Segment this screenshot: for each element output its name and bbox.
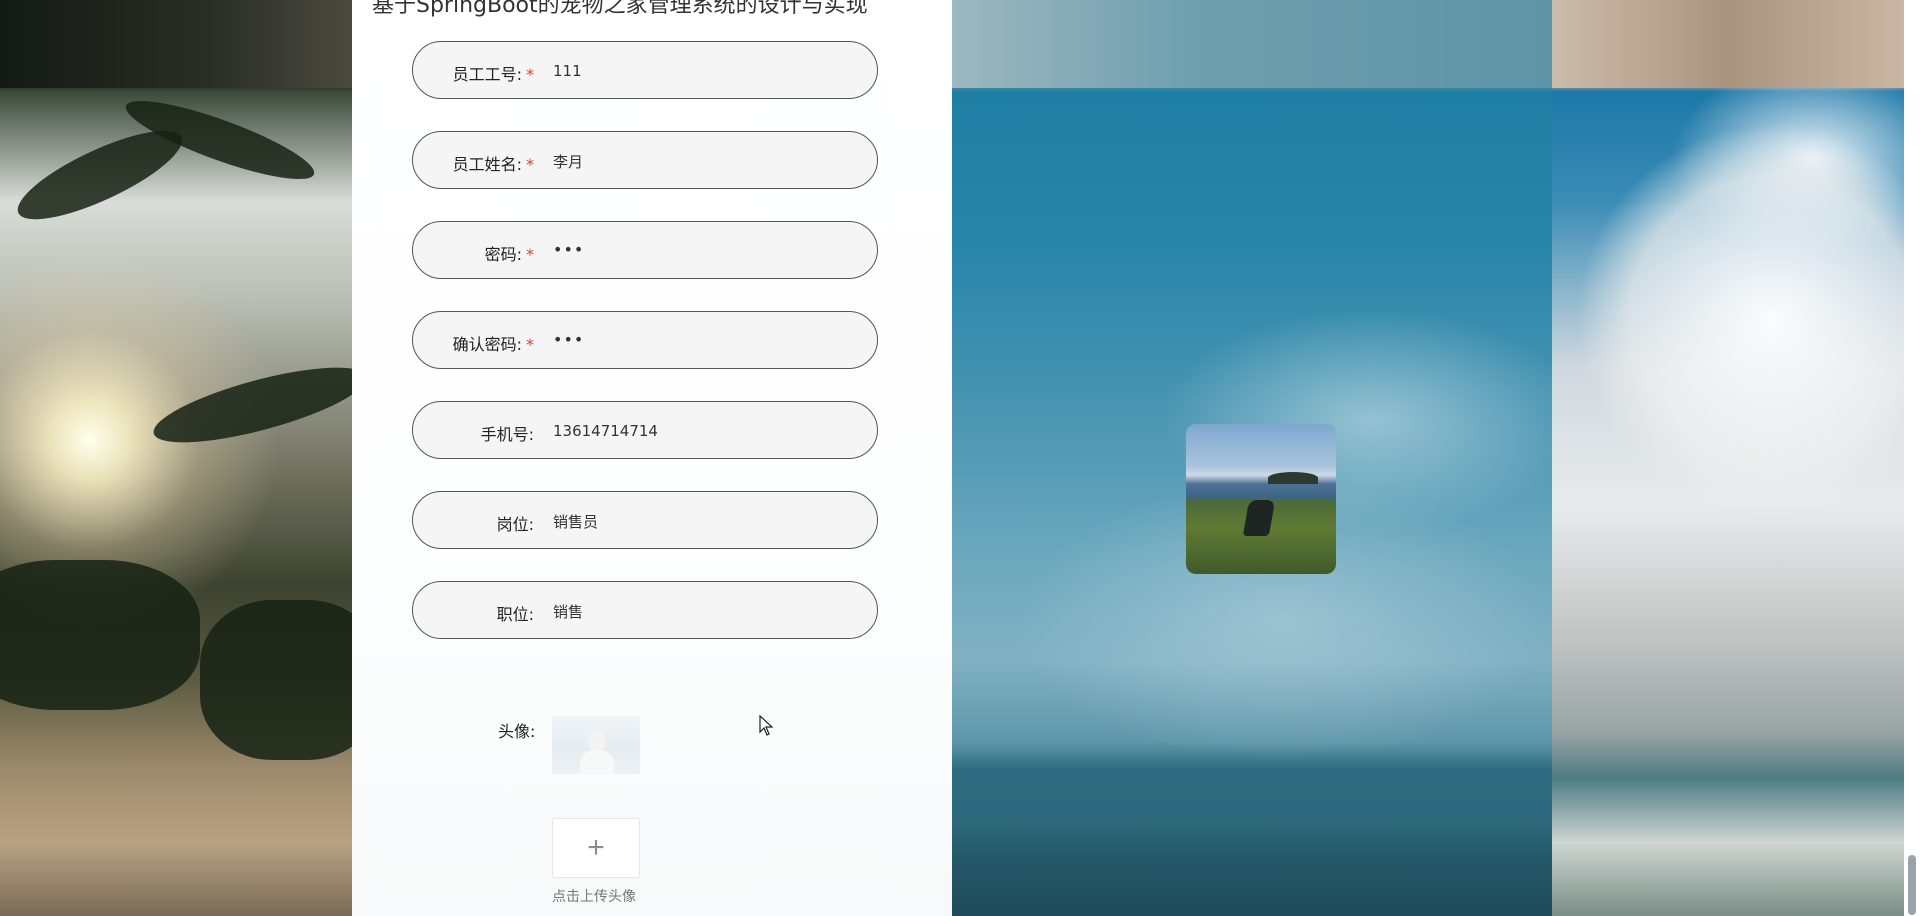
photo-hill [1268, 472, 1318, 484]
field-position[interactable]: 职位: [412, 581, 878, 639]
employee-name-input[interactable] [553, 152, 853, 170]
photo-person [1242, 500, 1276, 536]
page-title: 基于SpringBoot的宠物之家管理系统的设计与实现 [372, 0, 868, 18]
field-label: 职位: [496, 605, 534, 624]
background-palm-beach-panel [0, 0, 380, 916]
avatar-upload-button[interactable]: + [552, 818, 640, 878]
background-strip [0, 0, 352, 88]
upload-hint: 点击上传头像 [552, 889, 636, 905]
palm-frond [147, 352, 373, 458]
page-scrollbar[interactable] [1904, 0, 1920, 916]
confirm-password-input[interactable]: ••• [553, 330, 853, 349]
plus-icon: + [587, 831, 605, 864]
scrollbar-thumb[interactable] [1908, 855, 1916, 915]
post-input[interactable] [553, 512, 853, 530]
field-post[interactable]: 岗位: [412, 491, 878, 549]
avatar-preview[interactable] [552, 716, 640, 774]
field-confirm-password[interactable]: 确认密码: * ••• [412, 311, 878, 369]
field-phone[interactable]: 手机号: [412, 401, 878, 459]
shrub [0, 560, 200, 710]
background-strip [952, 0, 1552, 88]
required-mark: * [526, 335, 534, 354]
field-label: 员工工号: * [452, 65, 534, 84]
field-employee-name[interactable]: 员工姓名: * [412, 131, 878, 189]
employee-id-input[interactable] [553, 62, 853, 80]
mouse-cursor-icon [759, 715, 773, 736]
field-label: 手机号: [480, 425, 534, 444]
field-label: 员工姓名: * [452, 155, 534, 174]
field-label: 确认密码: * [452, 335, 534, 354]
required-mark: * [526, 65, 534, 84]
avatar-label: 头像: [498, 722, 536, 741]
required-mark: * [526, 245, 534, 264]
field-employee-id[interactable]: 员工工号: * [412, 41, 878, 99]
required-mark: * [526, 155, 534, 174]
background-clouds-panel [1552, 0, 1904, 916]
phone-input[interactable] [553, 422, 853, 440]
field-password[interactable]: 密码: * ••• [412, 221, 878, 279]
background-sea [952, 820, 1552, 916]
field-label: 密码: * [484, 245, 534, 264]
avatar-face [588, 730, 606, 752]
password-input[interactable]: ••• [553, 240, 853, 259]
field-label: 岗位: [496, 515, 534, 534]
background-strip [1552, 0, 1904, 88]
position-input[interactable] [553, 602, 853, 620]
avatar-body [580, 750, 614, 774]
floating-photo [1186, 424, 1336, 574]
